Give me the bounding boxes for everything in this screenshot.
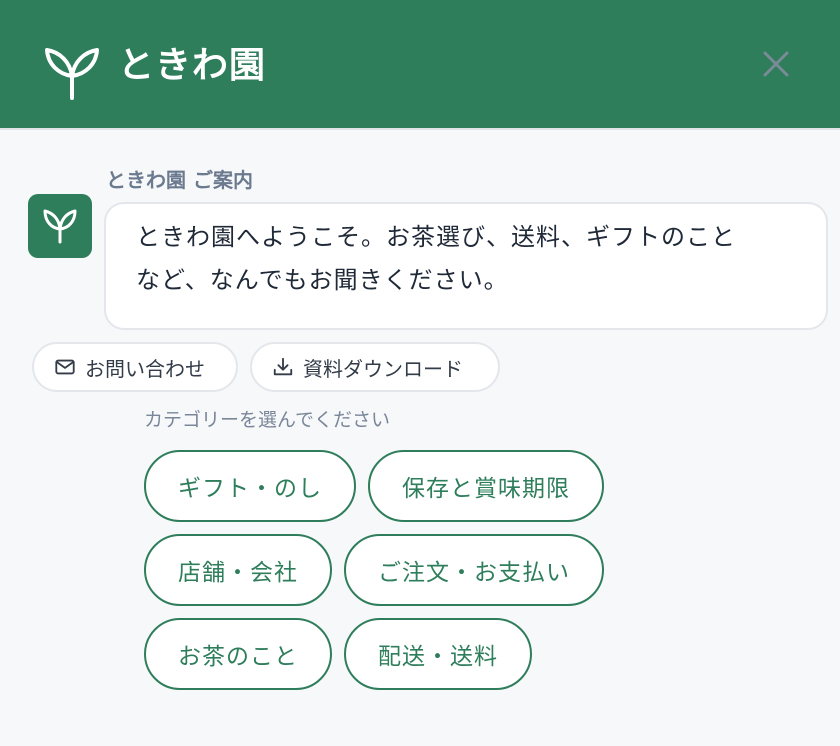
- contact-button[interactable]: お問い合わせ: [32, 342, 238, 392]
- bot-name: ときわ園 ご案内: [106, 168, 253, 192]
- contact-button-label: お問い合わせ: [85, 356, 205, 381]
- mail-icon: [55, 359, 75, 375]
- category-shipping[interactable]: 配送・送料: [344, 618, 532, 690]
- category-tea[interactable]: お茶のこと: [144, 618, 332, 690]
- leaf-sprout-icon: [45, 48, 99, 100]
- message-line: など、なんでもお聞きください。: [136, 266, 509, 294]
- download-button-label: 資料ダウンロード: [303, 356, 463, 381]
- bot-message: ときわ園へようこそ。お茶選び、送料、ギフトのこと など、なんでもお聞きください。: [104, 202, 828, 330]
- category-order[interactable]: ご注文・お支払い: [344, 534, 604, 606]
- category-storage[interactable]: 保存と賞味期限: [368, 450, 604, 522]
- close-icon[interactable]: [756, 44, 796, 84]
- brand-name: ときわ園: [118, 45, 267, 86]
- category-prompt: カテゴリーを選んでください: [144, 409, 391, 431]
- bot-avatar: [28, 194, 92, 258]
- chat-header: ときわ園: [0, 0, 840, 130]
- category-gift[interactable]: ギフト・のし: [144, 450, 356, 522]
- message-line: ときわ園へようこそ。お茶選び、送料、ギフトのこと: [136, 223, 736, 251]
- leaf-sprout-icon: [43, 209, 77, 244]
- download-button[interactable]: 資料ダウンロード: [250, 342, 500, 392]
- category-store[interactable]: 店舗・会社: [144, 534, 332, 606]
- download-icon: [273, 357, 293, 376]
